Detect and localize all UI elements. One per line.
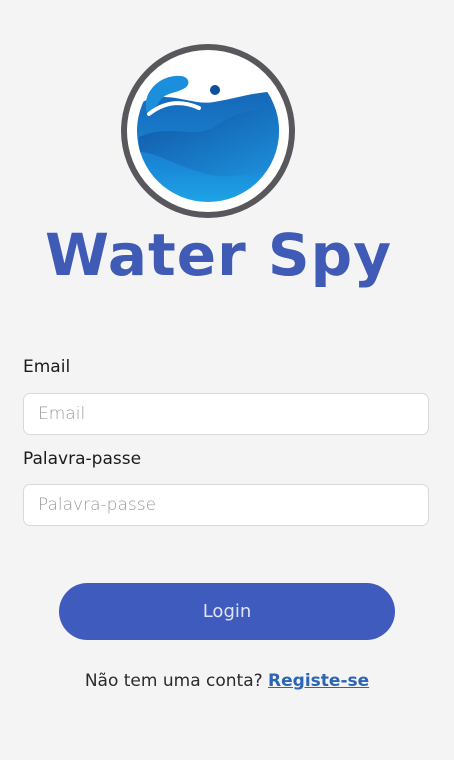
email-label: Email <box>23 357 71 377</box>
register-row: Não tem uma conta? Registe-se <box>0 671 454 691</box>
water-drop-wave-logo-icon <box>121 44 295 218</box>
register-link[interactable]: Registe-se <box>268 671 369 691</box>
login-button[interactable]: Login <box>59 583 395 640</box>
password-field[interactable] <box>23 484 429 526</box>
password-label: Palavra-passe <box>23 449 142 469</box>
brand-name: Water Spy <box>45 221 393 289</box>
email-field[interactable] <box>23 393 429 435</box>
logo-area: Water Spy <box>0 0 454 300</box>
register-question: Não tem uma conta? <box>84 671 269 691</box>
